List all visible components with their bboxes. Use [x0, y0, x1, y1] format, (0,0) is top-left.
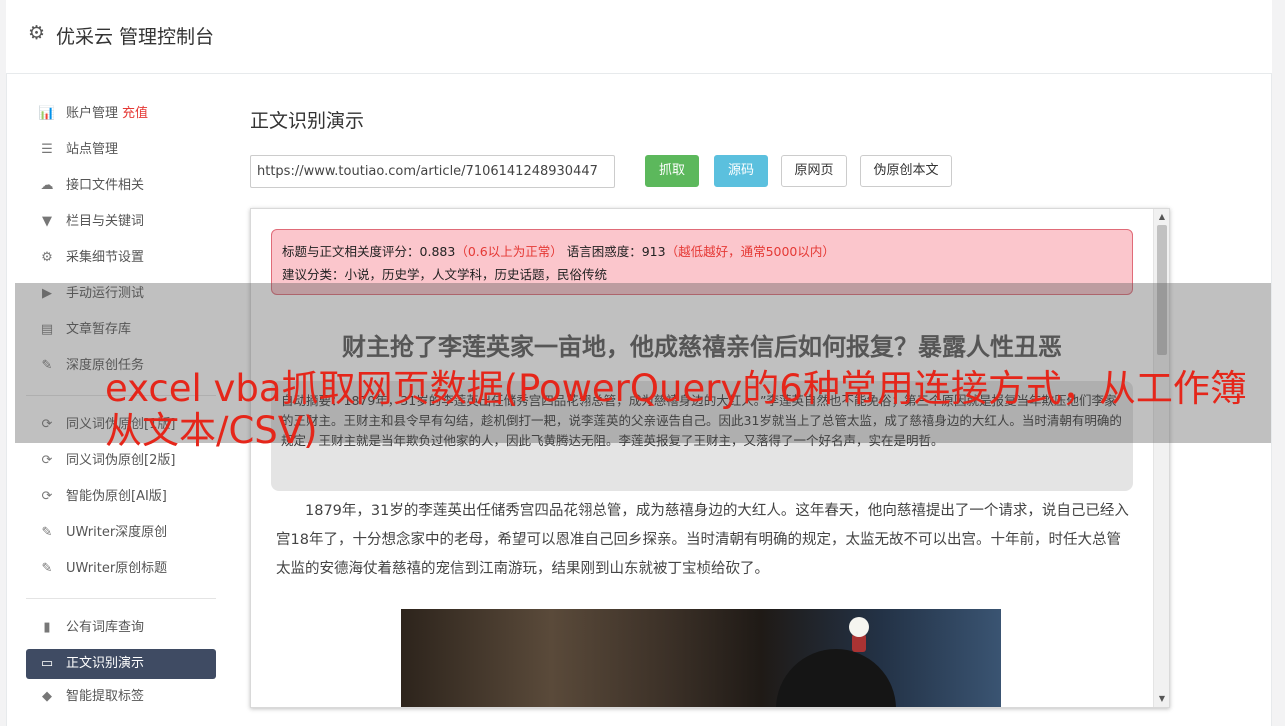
book-icon: ▮: [43, 620, 51, 635]
category-value: 小说，历史学，人文学科，历史话题，民俗传统: [344, 267, 608, 282]
sidebar-item-columns-keywords[interactable]: ▼ 栏目与关键词: [26, 204, 216, 240]
article-image: [401, 609, 1001, 707]
sidebar-item-text-recognition[interactable]: ▭ 正文识别演示: [26, 649, 216, 679]
sidebar-item-uwriter-title[interactable]: ✎ UWriter原创标题: [26, 551, 216, 587]
url-input[interactable]: [250, 155, 615, 188]
tag-icon: ◆: [42, 689, 52, 704]
sidebar-item-label: 账户管理: [66, 106, 119, 121]
monitor-icon: ▭: [40, 656, 54, 671]
sidebar-item-public-dictionary[interactable]: ▮ 公有词库查询: [26, 610, 216, 646]
perplexity-hint: （越低越好，通常5000以内）: [665, 244, 835, 259]
category-label: 建议分类：: [282, 267, 345, 282]
sidebar-item-label: UWriter深度原创: [66, 525, 168, 540]
refresh-icon: ⟳: [41, 453, 53, 468]
filter-icon: ▼: [42, 214, 52, 229]
page-title: 正文识别演示: [250, 110, 365, 132]
article-paragraph: 1879年，31岁的李莲英出任储秀宫四品花翎总管，成为慈禧身边的大红人。这年春天…: [276, 503, 1129, 577]
sidebar-item-label: 智能伪原创[AI版]: [66, 489, 167, 504]
cloud-upload-icon: ☁: [40, 178, 54, 193]
sidebar-item-collect-settings[interactable]: ⚙ 采集细节设置: [26, 240, 216, 276]
sidebar-item-label: 接口文件相关: [66, 178, 145, 193]
scroll-up-icon[interactable]: ▲: [1154, 209, 1169, 225]
sidebar-item-extract-tags[interactable]: ◆ 智能提取标签: [26, 679, 216, 715]
hat-pearl-shape: [849, 617, 869, 637]
sidebar-item-uwriter-deep[interactable]: ✎ UWriter深度原创: [26, 515, 216, 551]
sidebar-item-label: UWriter原创标题: [66, 561, 168, 576]
bar-chart-icon: 📊: [38, 106, 56, 121]
console-title: 优采云 管理控制台: [56, 26, 215, 48]
top-bar: ⚙ 优采云 管理控制台: [6, 0, 1272, 74]
grab-button[interactable]: 抓取: [645, 155, 699, 187]
sidebar-item-interface-files[interactable]: ☁ 接口文件相关: [26, 168, 216, 204]
sidebar-item-sites[interactable]: ☰ 站点管理: [26, 132, 216, 168]
original-page-button[interactable]: 原网页: [781, 155, 847, 187]
sidebar-item-label: 采集细节设置: [66, 250, 145, 265]
rewrite-article-button[interactable]: 伪原创本文: [860, 155, 952, 187]
sidebar-item-label: 同义词伪原创[2版]: [66, 453, 176, 468]
relevance-label: 标题与正文相关度评分：: [282, 244, 420, 259]
overlay-caption: excel vba抓取网页数据(PowerQuery的6种常用连接方式，从工作簿…: [105, 367, 1247, 452]
perplexity-label: 语言困惑度：: [566, 244, 642, 259]
sidebar-item-label: 站点管理: [66, 142, 119, 157]
recharge-link[interactable]: 充值: [122, 106, 148, 121]
perplexity-value: 913: [641, 244, 666, 259]
refresh-icon: ⟳: [41, 489, 53, 504]
sidebar-item-ai-rewrite[interactable]: ⟳ 智能伪原创[AI版]: [26, 479, 216, 515]
sidebar-item-label: 正文识别演示: [66, 656, 145, 671]
sidebar-divider: [26, 598, 216, 599]
hat-shape: [776, 649, 896, 707]
relevance-value: 0.883: [419, 244, 456, 259]
source-button[interactable]: 源码: [714, 155, 768, 187]
relevance-hint: （0.6以上为正常）: [455, 244, 563, 259]
gear-icon[interactable]: ⚙: [28, 22, 45, 44]
edit-icon: ✎: [41, 561, 53, 576]
sidebar-item-label: 栏目与关键词: [66, 214, 145, 229]
analysis-scores: 标题与正文相关度评分：0.883（0.6以上为正常） 语言困惑度：913（越低越…: [282, 240, 1122, 263]
server-icon: ☰: [41, 142, 53, 157]
sidebar-item-label: 公有词库查询: [66, 620, 145, 635]
sidebar-item-label: 智能提取标签: [66, 689, 145, 704]
cogs-icon: ⚙: [41, 250, 53, 265]
edit-icon: ✎: [41, 525, 53, 540]
scroll-down-icon[interactable]: ▼: [1154, 691, 1169, 707]
sidebar-item-account[interactable]: 📊 账户管理 充值: [26, 96, 216, 132]
